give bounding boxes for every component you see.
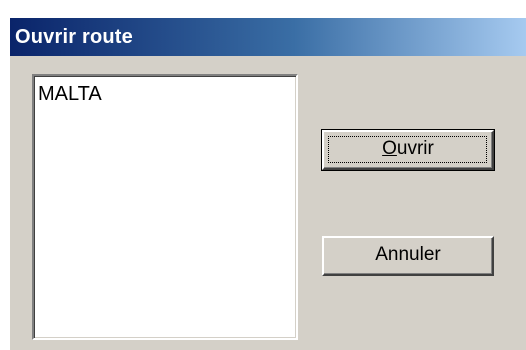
cancel-button[interactable]: Annuler: [322, 236, 494, 276]
open-button-label: Ouvrir: [382, 138, 434, 159]
route-listbox[interactable]: MALTA: [32, 74, 298, 340]
open-button-mnemonic: O: [382, 138, 397, 159]
cancel-button-label: Annuler: [375, 244, 441, 265]
dialog-title: Ouvrir route: [15, 26, 133, 48]
open-button[interactable]: Ouvrir: [321, 129, 495, 171]
list-item-malta[interactable]: MALTA: [38, 83, 102, 106]
title-bar[interactable]: Ouvrir route: [10, 18, 526, 56]
open-button-label-rest: uvrir: [396, 138, 434, 159]
open-route-dialog: Ouvrir route MALTA Ouvrir Annuler: [8, 16, 526, 350]
